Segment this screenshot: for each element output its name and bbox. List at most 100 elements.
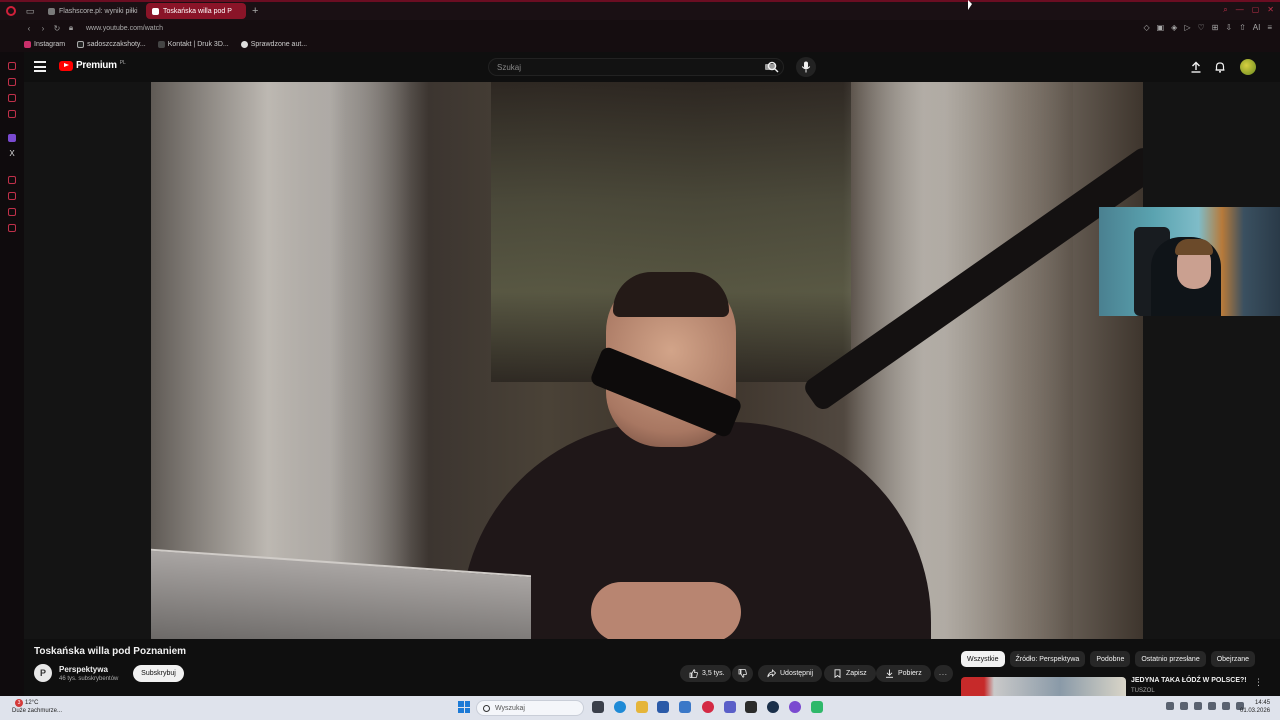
download-button[interactable]: Pobierz [876,665,931,682]
system-tray [1166,702,1244,710]
voice-search-button[interactable] [796,57,816,77]
network-icon[interactable] [1208,702,1216,710]
chip-all[interactable]: Wszystkie [961,651,1005,667]
bell-icon [1215,62,1225,73]
like-button[interactable]: 3,5 tys. [680,665,731,682]
messenger-icon[interactable] [8,94,16,102]
bookmark-instagram[interactable]: Instagram [24,40,65,48]
brand-label: Premium [76,60,117,71]
reload-icon[interactable]: ↻ [50,24,64,33]
like-count: 3,5 tys. [702,670,725,677]
share-button[interactable]: Udostępnij [758,665,823,682]
close-icon[interactable]: ✕ [1267,5,1274,15]
maximize-icon[interactable]: ▢ [1252,5,1260,15]
webcam-hair [1175,239,1213,255]
snapshot-icon[interactable]: ▣ [1157,23,1165,32]
store-icon[interactable] [657,701,669,713]
back-icon[interactable]: ‹ [22,24,36,33]
play-icon[interactable]: ▷ [1184,23,1190,32]
chip-watched[interactable]: Obejrzane [1210,651,1256,667]
tab-menu-icon[interactable]: ▭ [22,2,38,20]
menu-icon[interactable]: ≡ [1267,23,1272,32]
minimize-icon[interactable]: — [1236,5,1244,15]
app-icon[interactable] [745,701,757,713]
x-icon[interactable]: X [8,150,16,158]
dislike-button[interactable] [732,665,753,682]
video-player[interactable] [151,82,1143,639]
bookmark-sprawdzone[interactable]: Sprawdzone aut... [240,40,307,48]
volume-icon[interactable] [1222,702,1230,710]
start-button[interactable] [458,701,470,713]
player-icon[interactable] [8,176,16,184]
shield-icon[interactable]: ◈ [1171,23,1177,32]
bookmark-tiktok[interactable]: sadoszczakshoty... [77,40,146,48]
tab-favicon-icon [152,7,159,15]
microphone-icon [801,61,811,73]
weather-widget[interactable]: 3 12°C Duże zachmurze... [12,699,62,715]
more-icon: ... [939,670,948,677]
tray-app-icon[interactable] [1180,702,1188,710]
history-icon[interactable] [8,192,16,200]
youtube-header: Premium PL Szukaj [24,52,1280,82]
edge-icon[interactable] [614,701,626,713]
channel-avatar[interactable]: P [34,664,52,682]
new-tab-button[interactable]: + [252,5,258,17]
discord-icon[interactable] [8,134,16,142]
download-icon [885,669,894,678]
tab-flashscore[interactable]: Flashscore.pl: wyniki piłki [42,3,142,19]
discord-taskbar-icon[interactable] [789,701,801,713]
search-tabs-icon[interactable]: ⌕ [1223,5,1227,15]
app-green-icon[interactable] [811,701,823,713]
download-icon[interactable]: ⇩ [1225,23,1232,32]
opera-taskbar-icon[interactable] [702,701,714,713]
bookmark-icon[interactable]: ◇ [1143,23,1149,32]
extensions-icon[interactable]: ⊞ [1212,23,1219,32]
search-input[interactable]: Szukaj [488,58,784,76]
chip-recently-uploaded[interactable]: Ostatnio przesłane [1135,651,1206,667]
settings-icon[interactable] [8,224,16,232]
bookmarks-bar: Instagram sadoszczakshoty... Kontakt | D… [0,36,1280,52]
recommended-video-channel[interactable]: TUSZOL [1131,688,1155,694]
workspace-icon[interactable] [8,78,16,86]
bookmark-druk3d[interactable]: Kontakt | Druk 3D... [157,40,229,48]
recommended-video-title[interactable]: JEDYNA TAKA ŁÓDŹ W POLSCE?! [1131,677,1247,684]
save-button[interactable]: Zapisz [824,665,876,682]
tab-youtube-video[interactable]: Toskańska willa pod P [146,3,246,19]
ai-icon[interactable]: AI [1253,23,1261,32]
recommended-video-thumbnail[interactable] [961,677,1126,696]
tray-app-icon[interactable] [1166,702,1174,710]
upload-button[interactable] [1189,60,1203,74]
notifications-button[interactable] [1213,60,1227,74]
search-icon [767,61,779,73]
share-icon[interactable]: ⇧ [1239,23,1246,32]
pinboard-icon[interactable] [8,208,16,216]
chip-related[interactable]: Podobne [1090,651,1131,667]
task-view-icon[interactable] [592,701,604,713]
tab-label: Toskańska willa pod P [163,7,232,15]
taskbar-search-input[interactable]: Wyszukaj [476,700,584,716]
teams-icon[interactable] [724,701,736,713]
menu-icon[interactable] [34,61,46,73]
instagram-icon[interactable] [8,110,16,118]
thumbs-up-icon [689,669,698,678]
heart-icon[interactable]: ♡ [1197,23,1204,32]
mail-icon[interactable] [679,701,691,713]
channel-name[interactable]: Perspektywa [59,665,108,674]
taskbar-clock[interactable]: 14:45 01.03.2026 [1240,699,1270,715]
chip-source-channel[interactable]: Źródło: Perspektywa [1009,651,1086,667]
forward-icon[interactable]: › [36,24,50,33]
url-field[interactable]: www.youtube.com/watch [86,25,163,32]
site-icon [240,40,248,48]
search-button[interactable] [764,58,782,76]
account-avatar[interactable] [1240,59,1256,75]
more-actions-button[interactable]: ... [934,665,953,682]
home-icon[interactable] [8,62,16,70]
file-explorer-icon[interactable] [636,701,648,713]
tray-app-icon[interactable] [1194,702,1202,710]
steam-icon[interactable] [767,701,779,713]
recommended-video-menu-icon[interactable]: ⋮ [1254,677,1263,688]
channel-subscriber-count: 46 tys. subskrybentów [59,676,119,682]
subscribe-button[interactable]: Subskrybuj [133,665,184,682]
youtube-premium-logo[interactable]: Premium PL [59,60,126,71]
opera-logo-icon[interactable] [0,2,22,20]
